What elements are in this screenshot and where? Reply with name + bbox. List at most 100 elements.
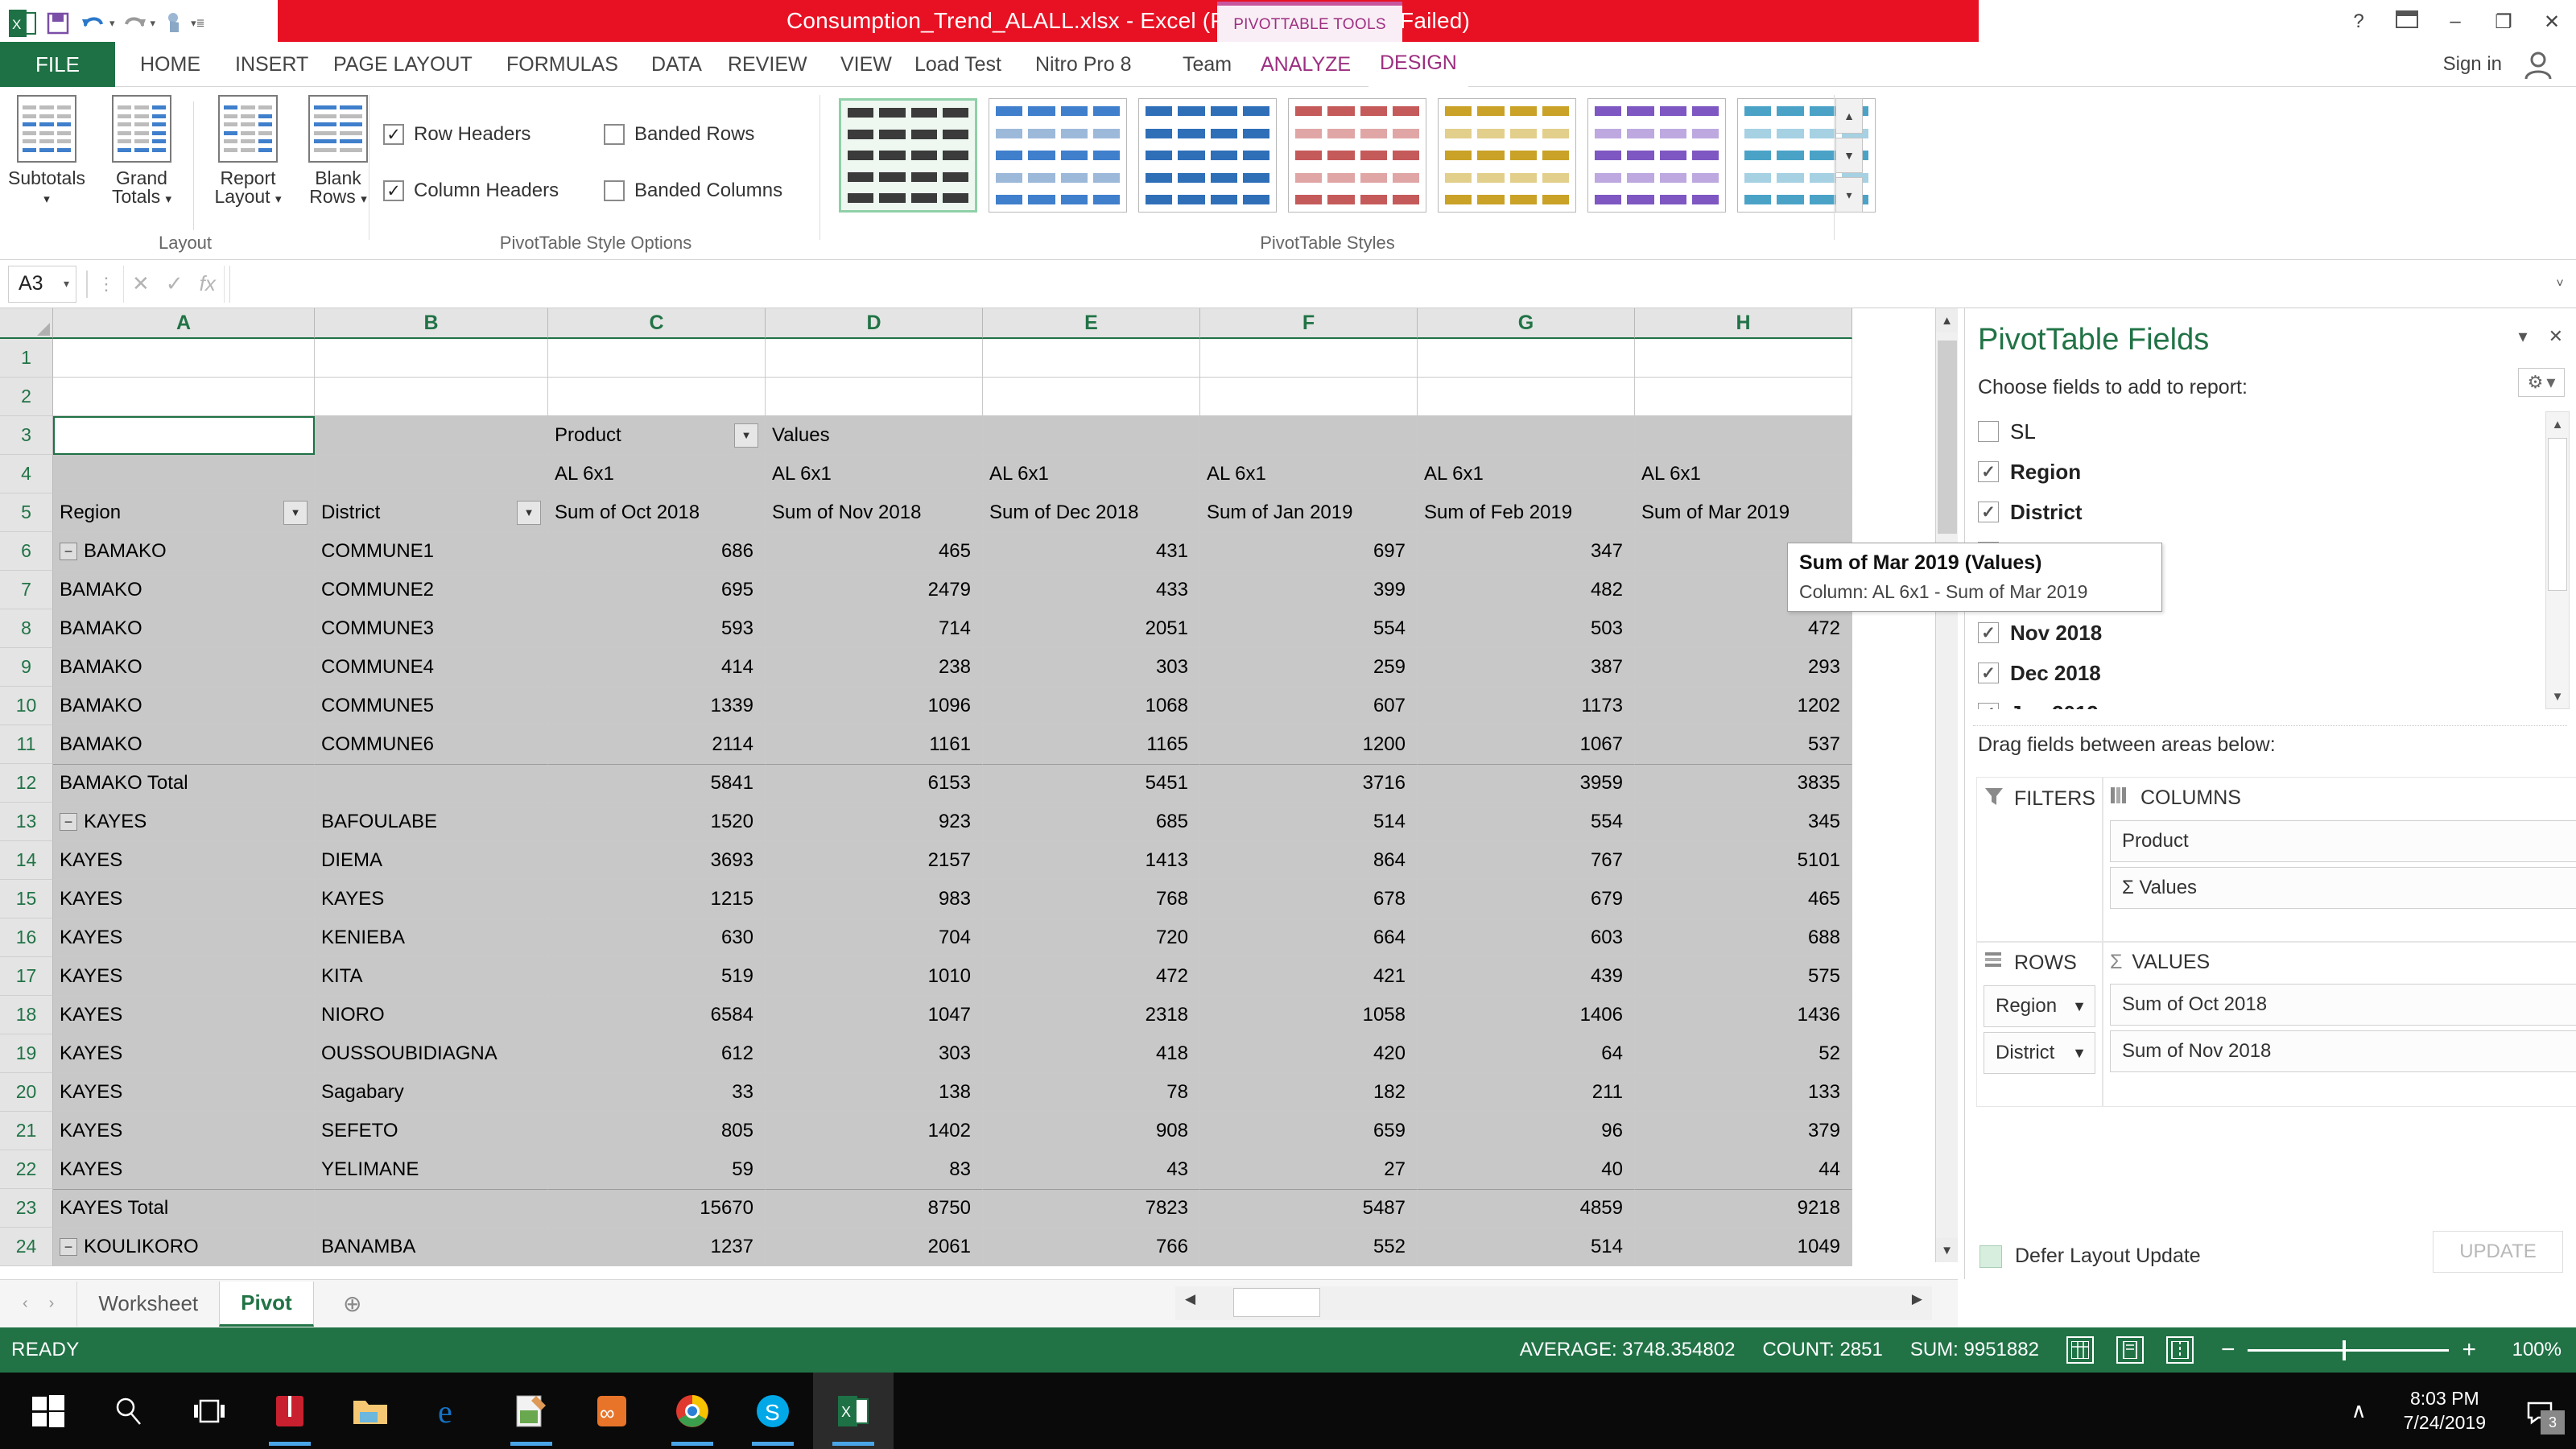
values-field-nov-2018[interactable]: Sum of Nov 2018 ▼ bbox=[2109, 1030, 2576, 1072]
grid-cell[interactable] bbox=[766, 339, 983, 378]
grid-cell[interactable]: 1010 bbox=[766, 957, 983, 996]
grid-cell[interactable] bbox=[53, 416, 315, 455]
row-header-9[interactable]: 9 bbox=[0, 648, 53, 687]
table-row[interactable]: BAMAKO COMMUNE2 695 2479 433 399 482 bbox=[53, 571, 1852, 609]
table-row[interactable]: BAMAKO COMMUNE5 1339 1096 1068 607 1173 1202 bbox=[53, 687, 1852, 725]
grid-cell[interactable]: COMMUNE3 bbox=[315, 609, 548, 648]
tab-data[interactable]: DATA bbox=[640, 42, 713, 87]
style-thumbnail[interactable] bbox=[1288, 98, 1426, 213]
grid-cell[interactable]: 697 bbox=[1200, 532, 1418, 571]
grid-cell[interactable]: 2157 bbox=[766, 841, 983, 880]
grid-scroll-thumb[interactable] bbox=[1938, 341, 1957, 534]
name-box[interactable]: A3 ▾ bbox=[8, 265, 76, 303]
grid-cell[interactable]: 537 bbox=[1635, 725, 1852, 764]
grid-cell[interactable] bbox=[315, 416, 548, 455]
column-headers-check-icon[interactable]: ✓ bbox=[383, 180, 404, 201]
start-windows-icon[interactable] bbox=[8, 1373, 89, 1449]
grid-cell[interactable]: 923 bbox=[766, 803, 983, 841]
tab-page-layout[interactable]: PAGE LAYOUT bbox=[322, 42, 484, 87]
grid-cell[interactable]: 768 bbox=[983, 880, 1200, 919]
grid-cell[interactable]: 695 bbox=[548, 571, 766, 609]
grid-cell[interactable]: 465 bbox=[1635, 880, 1852, 919]
banded-columns-checkbox[interactable]: Banded Columns bbox=[604, 180, 782, 202]
file-explorer-icon[interactable] bbox=[330, 1373, 411, 1449]
grid-cell[interactable]: Sagabary bbox=[315, 1073, 548, 1112]
grid-cell[interactable]: BAMAKO bbox=[53, 687, 315, 725]
grid-cell[interactable]: OUSSOUBIDIAGNA bbox=[315, 1034, 548, 1073]
field-checkbox-icon[interactable]: ✓ bbox=[1978, 663, 1999, 683]
grid-cell[interactable]: 421 bbox=[1200, 957, 1418, 996]
pane-controls[interactable]: ▾ ✕ bbox=[2519, 326, 2563, 347]
grid-cell[interactable]: 211 bbox=[1418, 1073, 1635, 1112]
window-controls[interactable]: ? – ❐ ✕ bbox=[2346, 5, 2565, 39]
update-button[interactable]: UPDATE bbox=[2433, 1231, 2563, 1273]
undo-dropdown-icon[interactable]: ▾ bbox=[109, 17, 115, 30]
defer-checkbox-icon[interactable] bbox=[1979, 1245, 2002, 1268]
grid-cell[interactable]: Sum of Dec 2018 bbox=[983, 493, 1200, 532]
grid-cell[interactable]: Values bbox=[766, 416, 983, 455]
grid-cell[interactable]: COMMUNE6 bbox=[315, 725, 548, 764]
table-row[interactable]: − KOULIKORO BANAMBA 1237 2061 766 552 514 1049 bbox=[53, 1228, 1852, 1266]
grid-cell[interactable] bbox=[1200, 416, 1418, 455]
field-list-item-dec-2018[interactable]: ✓ Dec 2018 bbox=[1973, 653, 2537, 693]
grid-cell[interactable]: BAMAKO bbox=[53, 571, 315, 609]
field-checkbox-icon[interactable]: ✓ bbox=[1978, 703, 1999, 709]
grid-cell[interactable]: Sum of Jan 2019 bbox=[1200, 493, 1418, 532]
grid-cell[interactable] bbox=[1418, 378, 1635, 416]
row-header-16[interactable]: 16 bbox=[0, 919, 53, 957]
grid-cell[interactable]: 40 bbox=[1418, 1150, 1635, 1189]
grid-cell[interactable]: AL 6x1 bbox=[983, 455, 1200, 493]
row-header-21[interactable]: 21 bbox=[0, 1112, 53, 1150]
grid-cell[interactable]: 465 bbox=[766, 532, 983, 571]
row-header-7[interactable]: 7 bbox=[0, 571, 53, 609]
area-filters[interactable]: FILTERS bbox=[1976, 777, 2103, 942]
row-header-20[interactable]: 20 bbox=[0, 1073, 53, 1112]
task-view-icon[interactable] bbox=[169, 1373, 250, 1449]
grid-cell[interactable] bbox=[315, 378, 548, 416]
grid-cell[interactable]: 1402 bbox=[766, 1112, 983, 1150]
table-row[interactable] bbox=[53, 378, 1852, 416]
report-layout-button[interactable]: Report Layout ▾ bbox=[201, 95, 295, 207]
quick-access-toolbar[interactable]: X ▾ ▾ ▾ ≣ bbox=[6, 3, 205, 43]
google-chrome-icon[interactable] bbox=[652, 1373, 733, 1449]
row-header-14[interactable]: 14 bbox=[0, 841, 53, 880]
row-header-8[interactable]: 8 bbox=[0, 609, 53, 648]
grid-cell[interactable]: KAYES bbox=[53, 1150, 315, 1189]
row-header-10[interactable]: 10 bbox=[0, 687, 53, 725]
grid-cell[interactable]: 303 bbox=[766, 1034, 983, 1073]
sign-in-link[interactable]: Sign in bbox=[2443, 42, 2502, 87]
pane-collapse-icon[interactable]: ▾ bbox=[2519, 326, 2528, 347]
columns-field-values[interactable]: Σ Values ▼ bbox=[2109, 867, 2576, 909]
grid-cell[interactable]: Product ▼ bbox=[548, 416, 766, 455]
tab-view[interactable]: VIEW bbox=[829, 42, 903, 87]
grid-cell[interactable]: 2479 bbox=[766, 571, 983, 609]
grand-totals-dropdown-icon[interactable]: ▾ bbox=[165, 192, 171, 206]
grid-cell[interactable]: 387 bbox=[1418, 648, 1635, 687]
grid-cell[interactable]: 347 bbox=[1418, 532, 1635, 571]
table-row[interactable]: Region ▼ District ▼ Sum of Oct 2018 Sum of No… bbox=[53, 493, 1852, 532]
grid-cell[interactable] bbox=[315, 1189, 548, 1228]
cancel-icon[interactable]: ✕ bbox=[132, 271, 150, 296]
help-icon[interactable]: ? bbox=[2346, 10, 2372, 33]
field-checkbox-icon[interactable] bbox=[1978, 421, 1999, 442]
table-row[interactable]: BAMAKO COMMUNE3 593 714 2051 554 503 472 bbox=[53, 609, 1852, 648]
grid-cell[interactable]: COMMUNE2 bbox=[315, 571, 548, 609]
taskbar-items[interactable]: e ∞ S X bbox=[8, 1373, 894, 1449]
grid-cell[interactable]: BAMAKO Total bbox=[53, 764, 315, 803]
field-list-scroll-up-icon[interactable]: ▲ bbox=[2546, 412, 2569, 436]
styles-scroll-down-icon[interactable]: ▼ bbox=[1835, 138, 1863, 173]
grid-cell[interactable]: 1200 bbox=[1200, 725, 1418, 764]
sheet-tab-pivot[interactable]: Pivot bbox=[219, 1281, 314, 1327]
grid-cell[interactable]: KITA bbox=[315, 957, 548, 996]
grid-cell[interactable]: 514 bbox=[1200, 803, 1418, 841]
grid-cell[interactable]: 6153 bbox=[766, 764, 983, 803]
row-header-15[interactable]: 15 bbox=[0, 880, 53, 919]
table-row[interactable]: − KAYES BAFOULABE 1520 923 685 514 554 345 bbox=[53, 803, 1852, 841]
hscroll-thumb[interactable] bbox=[1233, 1288, 1320, 1317]
column-header-d[interactable]: D bbox=[766, 308, 983, 339]
column-header-a[interactable]: A bbox=[53, 308, 315, 339]
grid-cell[interactable] bbox=[1200, 339, 1418, 378]
grid-cell[interactable] bbox=[983, 339, 1200, 378]
grid-cells[interactable]: Product ▼ Values AL 6x1 AL 6x1 AL 6x1 AL 6x1 AL… bbox=[53, 339, 1852, 1266]
hscroll-left-icon[interactable]: ◀ bbox=[1185, 1291, 1195, 1307]
